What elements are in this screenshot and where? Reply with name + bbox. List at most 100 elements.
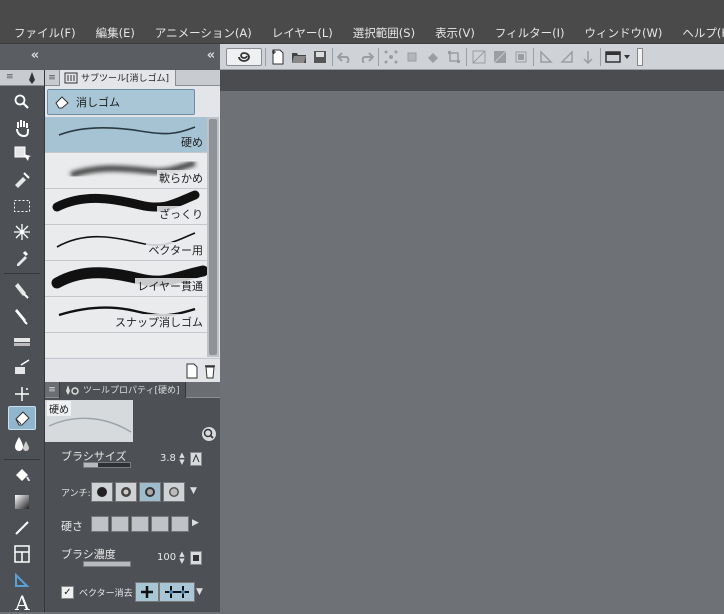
menu-window[interactable]: ウィンドウ(W) [575,25,673,41]
brush-label: 軟らかめ [157,170,205,186]
undo-icon[interactable] [336,48,354,66]
snap-icon[interactable] [579,48,597,66]
workspace-menu-icon[interactable] [604,48,634,66]
subtool-group-eraser[interactable]: 消しゴム [47,89,195,115]
airbrush-tool-icon[interactable] [8,356,36,380]
brush-item-hard[interactable]: 硬め [45,117,207,153]
bucket-tool-icon[interactable] [8,464,36,488]
antialias-none-button[interactable] [91,482,113,502]
frame-tool-icon[interactable] [8,542,36,566]
menu-file[interactable]: ファイル(F) [4,25,86,41]
save-icon[interactable] [311,48,329,66]
blend-tool-icon[interactable] [8,432,36,456]
brush-item-snap-eraser[interactable]: スナップ消しゴム [45,297,207,333]
transform-icon[interactable] [445,48,463,66]
hardness-label: 硬さ [61,520,83,533]
zoom-tool-icon[interactable] [8,90,36,114]
brush-size-stepper[interactable]: ▲ ▼ [178,452,186,466]
new-file-icon[interactable] [269,48,287,66]
brush-label: ざっくり [157,206,205,222]
brush-item-rough[interactable]: ざっくり [45,189,207,225]
brush-density-label: ブラシ濃度 [61,548,116,561]
decoration-tool-icon[interactable] [8,382,36,406]
menu-view[interactable]: 表示(V) [425,25,485,41]
menu-help[interactable]: ヘルプ(H) [672,25,724,41]
redo-icon[interactable] [357,48,375,66]
vector-erase-touched-button[interactable] [135,582,159,602]
subtool-tab[interactable]: サブツール[消しゴム] [59,69,177,86]
brush-item-vector[interactable]: ベクター用 [45,225,207,261]
toolbar-mid-strip: « [44,44,220,70]
subtool-tab-title: サブツール[消しゴム] [81,74,170,84]
vector-erase-label: ベクター消去 [79,589,133,599]
brush-item-soft[interactable]: 軟らかめ [45,153,207,189]
swirl-icon [238,52,250,62]
hardness-level-5[interactable] [171,516,189,532]
auto-select-tool-icon[interactable] [8,220,36,244]
menu-filter[interactable]: フィルター(I) [485,25,575,41]
eraser-tool-icon[interactable] [8,406,36,430]
hardness-level-2[interactable] [111,516,129,532]
brush-density-stepper[interactable]: ▲ ▼ [178,551,186,565]
pen-gear-icon [66,384,79,395]
delete-subtool-icon[interactable] [203,363,217,379]
object-tool-icon[interactable] [8,142,36,166]
collapse-tools-button[interactable]: « [28,48,42,64]
pen-tool-icon[interactable] [8,278,36,302]
add-subtool-icon[interactable] [185,363,199,379]
menu-layer[interactable]: レイヤー(L) [262,25,343,41]
svg-text:A: A [14,592,30,612]
antialias-strong-button[interactable] [163,482,185,502]
clip-studio-button[interactable] [226,48,262,66]
panel-menu-icon[interactable]: ≡ [45,382,59,398]
fill-selection-icon[interactable] [512,48,530,66]
hardness-level-1[interactable] [91,516,109,532]
fill-tool-icon[interactable] [8,168,36,192]
fill-icon[interactable] [424,48,442,66]
antialias-weak-button[interactable] [115,482,137,502]
gradient-tool-icon[interactable] [8,490,36,514]
clear-layer-icon[interactable] [470,48,488,66]
hardness-level-4[interactable] [151,516,169,532]
vector-erase-intersection-button[interactable] [159,582,195,602]
open-folder-icon[interactable] [290,48,308,66]
perspective-ruler-icon[interactable] [558,48,576,66]
dropdown-arrow-icon[interactable]: ▼ [190,486,197,496]
chevron-right-icon[interactable]: ▶ [192,518,199,528]
brush-tool-icon[interactable] [8,330,36,354]
brush-list-scrollbar[interactable] [207,117,219,357]
ruler-tool-icon[interactable] [8,568,36,592]
hardness-level-3[interactable] [131,516,149,532]
scrollbar-thumb[interactable] [209,119,217,355]
clear-selection-icon[interactable] [382,48,400,66]
pressure-icon[interactable] [190,452,202,466]
figure-tool-icon[interactable] [8,516,36,540]
brush-size-slider[interactable] [83,462,131,468]
menu-selection[interactable]: 選択範囲(S) [343,25,425,41]
hand-tool-icon[interactable] [8,116,36,140]
vector-erase-row: ✓ ベクター消去 ▼ [45,582,221,604]
dropdown-arrow-icon[interactable]: ▼ [196,587,203,597]
vector-erase-checkbox[interactable]: ✓ [61,586,74,599]
pressure-icon[interactable] [190,551,202,565]
antialias-medium-button[interactable] [139,482,161,502]
tool-property-tab-label[interactable]: ツールプロパティ[硬め] [59,381,187,398]
clear-outside-icon[interactable] [491,48,509,66]
magnifier-icon[interactable] [201,426,217,442]
eyedropper-tool-icon[interactable] [8,246,36,270]
select-tool-icon[interactable] [8,194,36,218]
crop-icon[interactable] [403,48,421,66]
brush-item-through-layer[interactable]: レイヤー貫通 [45,261,207,297]
pencil-tool-icon[interactable] [8,304,36,328]
antialias-row: アンチ: ▼ [45,482,221,506]
ruler-icon[interactable] [537,48,555,66]
collapse-panels-button[interactable]: « [204,48,218,64]
panel-menu-icon[interactable]: ≡ [45,70,59,86]
menu-animation[interactable]: アニメーション(A) [145,25,262,41]
text-tool-icon[interactable]: A [8,590,36,614]
brush-density-slider[interactable] [83,561,131,567]
canvas-area[interactable] [220,70,724,612]
hardness-row: 硬さ ▶ [45,516,221,538]
brush-label: スナップ消しゴム [113,314,205,330]
menu-edit[interactable]: 編集(E) [86,25,145,41]
